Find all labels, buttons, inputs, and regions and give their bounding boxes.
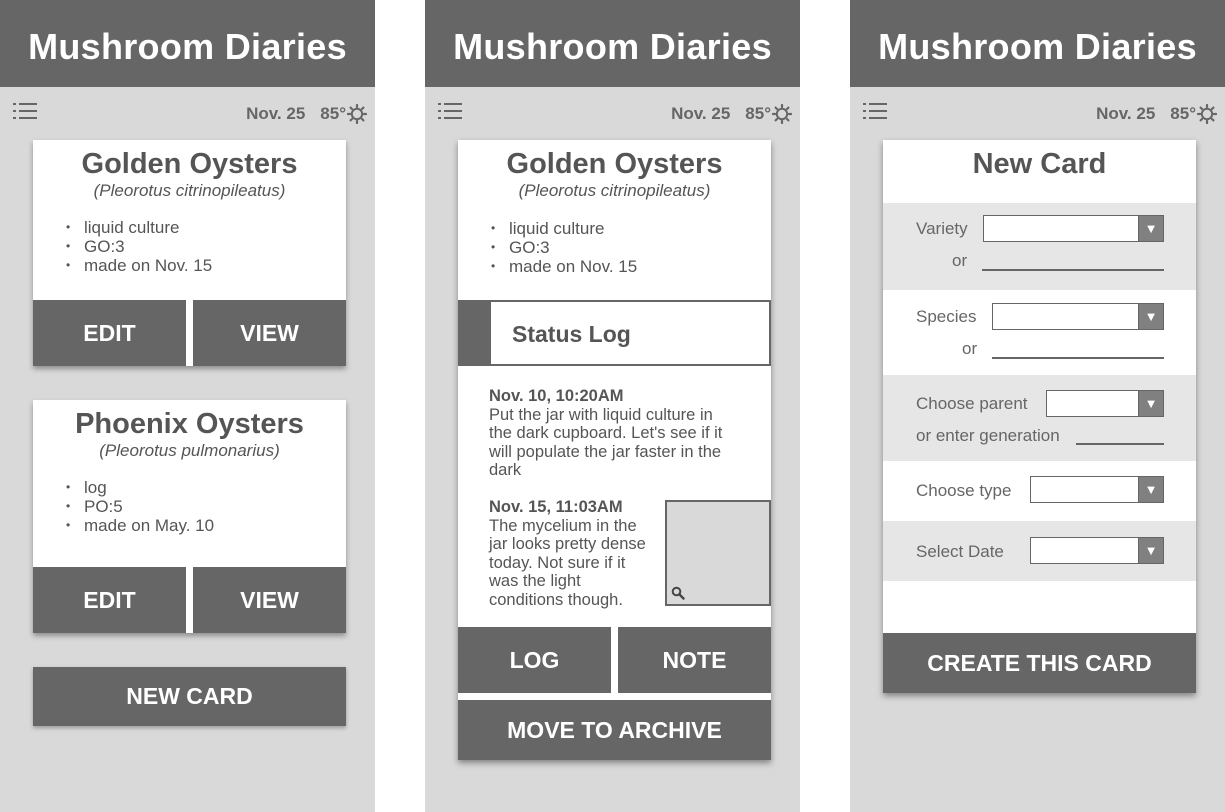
generation-label: or enter generation [916, 426, 1060, 445]
species-label: Species [916, 307, 977, 326]
form-title: New Card [972, 148, 1107, 180]
log-entry-text: will populate the jar faster in the [489, 442, 722, 461]
sun-icon [347, 104, 367, 124]
choose-type-label: Choose type [916, 481, 1012, 500]
card-details: liquid culture GO:3 made on Nov. 15 [66, 218, 212, 275]
status-date: Nov. 25 [246, 104, 306, 123]
card-title: Golden Oysters [506, 148, 723, 180]
dropdown-arrow-icon[interactable]: ▼ [1138, 304, 1163, 329]
card-detail-item: liquid culture [66, 218, 212, 237]
variety-or-label: or [952, 251, 968, 270]
status-temp: 85° [1170, 104, 1196, 123]
log-entry-time: Nov. 10, 10:20AM [489, 387, 624, 405]
screen-card-list: Mushroom Diaries Nov. 25 85° Golden Oyst… [0, 0, 375, 812]
status-log-title: Status Log [512, 321, 631, 347]
parent-field-group: Choose parent ▼ or enter generation [883, 375, 1196, 461]
screen-new-card: Mushroom Diaries Nov. 25 85° New Card Va… [850, 0, 1225, 812]
card-latin-name: (Pleorotus pulmonarius) [99, 441, 280, 460]
card-detail-item: made on May. 10 [66, 516, 214, 535]
view-button[interactable]: VIEW [193, 567, 346, 633]
mushroom-card: Phoenix Oysters (Pleorotus pulmonarius) … [33, 400, 346, 633]
mushroom-card: Golden Oysters (Pleorotus citrinopileatu… [33, 140, 346, 366]
edit-button[interactable]: EDIT [33, 300, 186, 366]
card-details: liquid culture GO:3 made on Nov. 15 [491, 219, 637, 276]
new-card-form: New Card Variety ▼ or Species ▼ or Choos… [883, 140, 1196, 693]
sun-icon [772, 104, 792, 124]
status-date: Nov. 25 [1096, 104, 1156, 123]
card-detail-item: liquid culture [491, 219, 637, 238]
species-text-field[interactable] [992, 357, 1164, 359]
note-button[interactable]: NOTE [618, 627, 771, 693]
card-latin-name: (Pleorotus citrinopileatus) [518, 181, 711, 200]
log-entry: Nov. 10, 10:20AM Put the jar with liquid… [489, 387, 759, 480]
log-entry-text: the dark cupboard. Let's see if it [489, 424, 723, 442]
app-title: Mushroom Diaries [878, 26, 1197, 67]
card-latin-name: (Pleorotus citrinopileatus) [93, 181, 286, 200]
card-detail: Golden Oysters (Pleorotus citrinopileatu… [458, 140, 771, 760]
menu-list-icon[interactable] [438, 102, 462, 120]
status-line: Nov. 25 85° [246, 104, 367, 124]
card-title: Golden Oysters [81, 148, 298, 180]
variety-field-group: Variety ▼ or [883, 203, 1196, 290]
app-header: Mushroom Diaries [0, 0, 375, 87]
variety-label: Variety [916, 219, 968, 238]
move-to-archive-button[interactable]: MOVE TO ARCHIVE [458, 700, 771, 760]
card-detail-item: PO:5 [66, 497, 214, 516]
status-temp: 85° [745, 104, 771, 123]
view-button[interactable]: VIEW [193, 300, 346, 366]
log-entry-text: Put the jar with liquid culture in [489, 405, 713, 424]
choose-parent-label: Choose parent [916, 394, 1028, 413]
status-log-header[interactable]: Status Log [458, 300, 771, 366]
species-select[interactable]: ▼ [992, 303, 1164, 330]
status-log-tab-marker [460, 302, 491, 364]
log-entry-time: Nov. 15, 11:03AM [489, 498, 623, 516]
app-header: Mushroom Diaries [850, 0, 1225, 87]
log-entry-text: dark [489, 461, 522, 479]
log-entry-text: was the light [489, 572, 581, 590]
parent-select[interactable]: ▼ [1046, 390, 1164, 417]
log-button[interactable]: LOG [458, 627, 611, 693]
app-title: Mushroom Diaries [453, 26, 772, 67]
status-line: Nov. 25 85° [671, 104, 792, 124]
log-entry-text: The mycelium in the [489, 516, 637, 535]
create-card-button[interactable]: CREATE THIS CARD [883, 633, 1196, 693]
card-detail-item: GO:3 [66, 237, 212, 256]
log-photo-thumbnail[interactable] [665, 500, 771, 606]
card-detail-item: GO:3 [491, 238, 637, 257]
log-entry-text: jar looks pretty dense [489, 535, 646, 553]
new-card-button[interactable]: NEW CARD [33, 667, 346, 726]
card-detail-item: log [66, 478, 214, 497]
menu-list-icon[interactable] [13, 102, 37, 120]
status-date: Nov. 25 [671, 104, 731, 123]
dropdown-arrow-icon[interactable]: ▼ [1138, 538, 1163, 563]
log-entry-text: today. Not sure if it [489, 553, 626, 572]
select-date-label: Select Date [916, 542, 1004, 561]
magnifier-icon[interactable] [671, 586, 685, 600]
generation-text-field[interactable] [1076, 443, 1164, 445]
card-detail-item: made on Nov. 15 [66, 256, 212, 275]
date-select[interactable]: ▼ [1030, 537, 1164, 564]
species-or-label: or [962, 339, 978, 358]
edit-button[interactable]: EDIT [33, 567, 186, 633]
card-detail-item: made on Nov. 15 [491, 257, 637, 276]
screen-card-detail: Mushroom Diaries Nov. 25 85° Golden Oyst… [425, 0, 800, 812]
card-details: log PO:5 made on May. 10 [66, 478, 214, 535]
date-field-group: Select Date ▼ [883, 521, 1196, 581]
menu-list-icon[interactable] [863, 102, 887, 120]
log-entry: Nov. 15, 11:03AM The mycelium in the jar… [489, 498, 669, 609]
type-select[interactable]: ▼ [1030, 476, 1164, 503]
app-title: Mushroom Diaries [28, 26, 347, 67]
variety-text-field[interactable] [982, 269, 1164, 271]
app-header: Mushroom Diaries [425, 0, 800, 87]
status-temp: 85° [320, 104, 346, 123]
card-title: Phoenix Oysters [75, 408, 304, 440]
status-line: Nov. 25 85° [1096, 104, 1217, 124]
variety-select[interactable]: ▼ [983, 215, 1164, 242]
dropdown-arrow-icon[interactable]: ▼ [1138, 216, 1163, 241]
log-entry-text: conditions though. [489, 590, 623, 609]
dropdown-arrow-icon[interactable]: ▼ [1138, 477, 1163, 502]
sun-icon [1197, 104, 1217, 124]
dropdown-arrow-icon[interactable]: ▼ [1138, 391, 1163, 416]
